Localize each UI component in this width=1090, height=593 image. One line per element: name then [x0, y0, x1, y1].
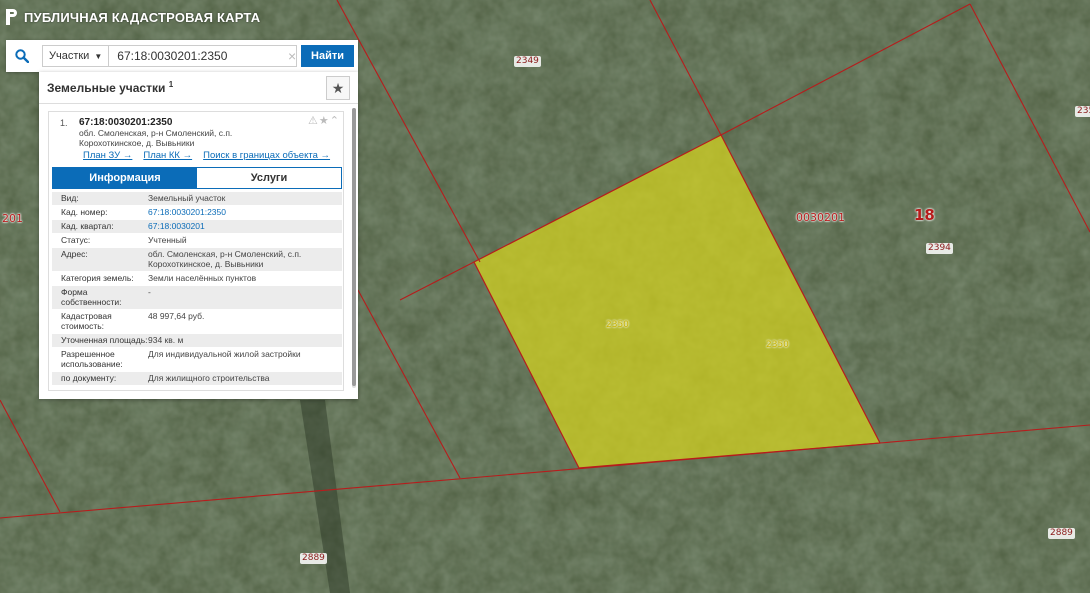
- district-label: 18: [914, 206, 935, 224]
- attribute-key: Разрешенное использование:: [61, 349, 123, 369]
- result-count: 1: [168, 80, 174, 89]
- attribute-row: Уточненная площадь: 934 кв. м: [52, 334, 342, 347]
- selected-parcel-label: 2350: [766, 340, 789, 350]
- chevron-down-icon: ▼: [94, 51, 103, 61]
- search-type-dropdown[interactable]: Участки ▼: [42, 45, 110, 67]
- attribute-key: Категория земель:: [61, 273, 134, 283]
- attribute-key: Кад. квартал:: [61, 221, 114, 231]
- parcel-label: 201: [2, 212, 23, 225]
- app-header: ПУБЛИЧНАЯ КАДАСТРОВАЯ КАРТА: [6, 9, 260, 25]
- search-bar: Участки ▼ × Найти: [6, 40, 358, 72]
- favorite-button[interactable]: ★: [326, 76, 350, 100]
- attribute-value: Для жилищного строительства: [148, 373, 270, 383]
- logo-icon: [6, 9, 18, 25]
- attribute-value: -: [148, 287, 151, 297]
- attribute-row: Адрес: обл. Смоленская, р-н Смоленский, …: [52, 248, 342, 271]
- attribute-value: Учтенный: [148, 235, 187, 245]
- result-cad-id: 67:18:0030201:2350: [79, 117, 173, 128]
- panel-body: 1. 67:18:0030201:2350 обл. Смоленская, р…: [39, 105, 351, 395]
- attribute-key: Кадастровая стоимость:: [61, 311, 112, 331]
- scrollbar-thumb[interactable]: [352, 108, 356, 386]
- quarter-label: 0030201: [796, 211, 845, 224]
- search-in-bounds-link[interactable]: Поиск в границах объекта →: [203, 150, 330, 161]
- result-tabs: Информация Услуги: [52, 167, 342, 189]
- attribute-row: Вид: Земельный участок: [52, 192, 342, 205]
- search-icon[interactable]: [6, 40, 38, 72]
- tab-information[interactable]: Информация: [53, 168, 197, 188]
- parcel-label: 2349: [514, 56, 541, 67]
- attribute-key: Уточненная площадь:: [61, 335, 148, 345]
- star-icon[interactable]: ★: [319, 114, 329, 127]
- cad-quarter-link[interactable]: 67:18:0030201: [148, 221, 342, 231]
- star-icon: ★: [331, 79, 345, 96]
- result-links: План ЗУ → План КК → Поиск в границах объ…: [83, 150, 330, 161]
- parcel-label: 2889: [1048, 528, 1075, 539]
- cad-number-link[interactable]: 67:18:0030201:2350: [148, 207, 342, 217]
- attribute-row: по документу: Для жилищного строительств…: [52, 372, 342, 385]
- attribute-row: Кад. номер: 67:18:0030201:2350: [52, 206, 342, 219]
- attribute-key: Статус:: [61, 235, 91, 245]
- attribute-row: Категория земель: Земли населённых пункт…: [52, 272, 342, 285]
- tab-services[interactable]: Услуги: [197, 168, 341, 188]
- close-icon[interactable]: ×: [288, 48, 296, 64]
- attribute-row: Кад. квартал: 67:18:0030201: [52, 220, 342, 233]
- plan-zu-link[interactable]: План ЗУ →: [83, 150, 132, 161]
- attribute-key: по документу:: [61, 373, 117, 383]
- panel-scrollbar[interactable]: [352, 108, 356, 388]
- result-actions: ⚠ ★ ⌃: [308, 114, 339, 127]
- panel-title: Земельные участки 1: [47, 80, 173, 95]
- parcel-label: 2394: [926, 243, 953, 254]
- result-address: обл. Смоленская, р-н Смоленский, с.п. Ко…: [79, 128, 233, 148]
- parcel-label: 235: [1075, 106, 1090, 117]
- attribute-row: Кадастровая стоимость: 48 997,64 руб.: [52, 310, 342, 333]
- search-input[interactable]: [109, 45, 298, 67]
- attribute-value: 934 кв. м: [148, 335, 184, 345]
- attribute-value: обл. Смоленская, р-н Смоленский, с.п. Ко…: [148, 249, 302, 269]
- attribute-value: Земли населённых пунктов: [148, 273, 257, 283]
- search-type-label: Участки: [49, 50, 90, 62]
- find-button[interactable]: Найти: [301, 45, 354, 67]
- attribute-row: Форма собственности: -: [52, 286, 342, 309]
- warning-icon[interactable]: ⚠: [308, 114, 318, 127]
- panel-title-text: Земельные участки: [47, 81, 166, 95]
- attribute-value: Для индивидуальной жилой застройки: [148, 349, 301, 359]
- plan-kk-link[interactable]: План КК →: [143, 150, 192, 161]
- parcel-label: 2889: [300, 553, 327, 564]
- attributes-table: Вид: Земельный участок Кад. номер: 67:18…: [52, 192, 342, 386]
- attribute-value: 48 997,64 руб.: [148, 311, 205, 321]
- result-number: 1.: [60, 118, 68, 128]
- selected-parcel-label: 2350: [606, 320, 629, 330]
- attribute-row: Статус: Учтенный: [52, 234, 342, 247]
- chevron-up-icon[interactable]: ⌃: [330, 114, 339, 127]
- app-title: ПУБЛИЧНАЯ КАДАСТРОВАЯ КАРТА: [24, 9, 261, 25]
- attribute-key: Адрес:: [61, 249, 88, 259]
- attribute-key: Кад. номер:: [61, 207, 108, 217]
- attribute-value: Земельный участок: [148, 193, 226, 203]
- results-panel: Земельные участки 1 ★ 1. 67:18:0030201:2…: [39, 72, 358, 399]
- attribute-row: Разрешенное использование: Для индивидуа…: [52, 348, 342, 371]
- result-card[interactable]: 1. 67:18:0030201:2350 обл. Смоленская, р…: [48, 111, 344, 391]
- attribute-key: Вид:: [61, 193, 79, 203]
- attribute-key: Форма собственности:: [61, 287, 122, 307]
- panel-header: Земельные участки 1 ★: [39, 72, 358, 104]
